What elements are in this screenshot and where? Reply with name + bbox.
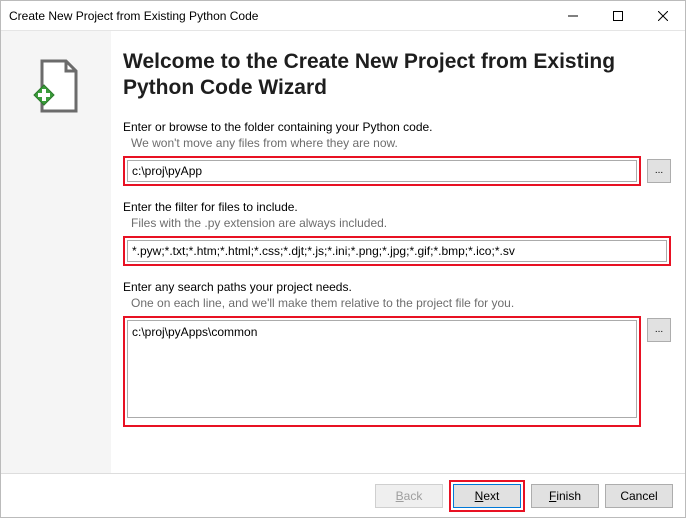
searchpaths-input[interactable] [127, 320, 637, 418]
folder-section: Enter or browse to the folder containing… [123, 120, 671, 186]
filter-input[interactable] [127, 240, 667, 262]
folder-input[interactable] [127, 160, 637, 182]
folder-hint: We won't move any files from where they … [123, 136, 671, 150]
window-title: Create New Project from Existing Python … [9, 9, 550, 23]
wizard-sidebar [1, 31, 111, 473]
wizard-main: Welcome to the Create New Project from E… [111, 31, 685, 473]
minimize-button[interactable] [550, 1, 595, 30]
back-button: Back [375, 484, 443, 508]
maximize-button[interactable] [595, 1, 640, 30]
next-button[interactable]: Next [453, 484, 521, 508]
close-button[interactable] [640, 1, 685, 30]
filter-section: Enter the filter for files to include. F… [123, 200, 671, 266]
folder-field-highlight [123, 156, 641, 186]
filter-prompt: Enter the filter for files to include. [123, 200, 671, 214]
folder-browse-button[interactable]: ... [647, 159, 671, 183]
finish-button[interactable]: Finish [531, 484, 599, 508]
window-controls [550, 1, 685, 30]
filter-field-highlight [123, 236, 671, 266]
wizard-footer: Back Next Finish Cancel [1, 473, 685, 517]
searchpaths-field-highlight [123, 316, 641, 427]
titlebar: Create New Project from Existing Python … [1, 1, 685, 31]
searchpaths-section: Enter any search paths your project need… [123, 280, 671, 427]
searchpaths-browse-button[interactable]: ... [647, 318, 671, 342]
searchpaths-hint: One on each line, and we'll make them re… [123, 296, 671, 310]
wizard-body: Welcome to the Create New Project from E… [1, 31, 685, 473]
searchpaths-prompt: Enter any search paths your project need… [123, 280, 671, 294]
filter-hint: Files with the .py extension are always … [123, 216, 671, 230]
folder-prompt: Enter or browse to the folder containing… [123, 120, 671, 134]
cancel-button[interactable]: Cancel [605, 484, 673, 508]
wizard-heading: Welcome to the Create New Project from E… [123, 49, 671, 102]
python-project-icon [30, 59, 82, 120]
next-button-highlight: Next [449, 480, 525, 512]
